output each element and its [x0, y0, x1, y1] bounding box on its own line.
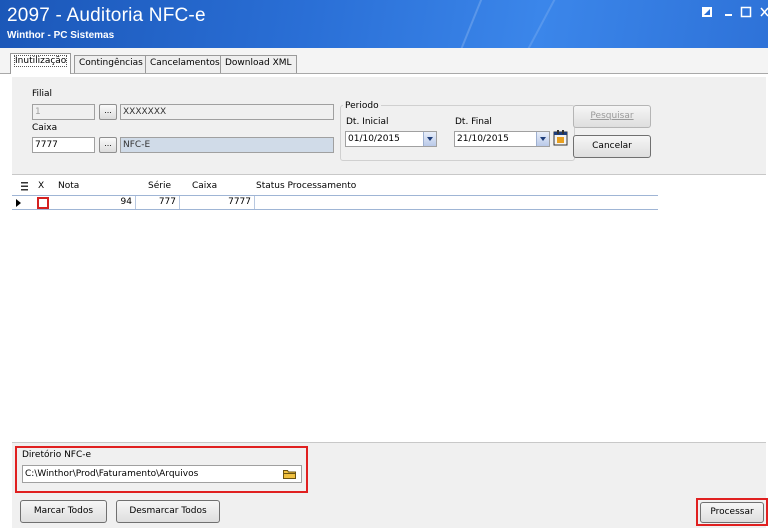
- filial-lookup-button[interactable]: ...: [99, 104, 117, 120]
- caixa-label: Caixa: [32, 123, 58, 133]
- tab-cancelamentos[interactable]: Cancelamentos: [145, 55, 225, 73]
- results-grid: X Nota Série Caixa Status Processamento …: [12, 174, 766, 442]
- window-subtitle: Winthor - PC Sistemas: [7, 30, 115, 41]
- filter-panel: Filial 1 ... XXXXXXX Caixa 7777 ... NFC-…: [12, 77, 766, 174]
- desmarcar-todos-button[interactable]: Desmarcar Todos: [116, 500, 220, 523]
- cell-status: [255, 196, 658, 209]
- directory-label: Diretório NFC-e: [22, 450, 92, 460]
- chevron-down-icon[interactable]: [423, 132, 436, 146]
- caixa-name-display: NFC-E: [120, 137, 334, 153]
- processar-button[interactable]: Processar: [700, 502, 764, 523]
- periodo-group: Periodo Dt. Inicial 01/10/2015 Dt. Final…: [340, 101, 575, 161]
- title-bar: 2097 - Auditoria NFC-e Winthor - PC Sist…: [0, 0, 768, 48]
- column-header-caixa[interactable]: Caixa: [192, 181, 217, 191]
- column-header-serie[interactable]: Série: [148, 181, 171, 191]
- chevron-down-icon[interactable]: [536, 132, 549, 146]
- minimize-icon[interactable]: [724, 6, 736, 18]
- maximize-icon[interactable]: [740, 6, 752, 18]
- filial-name-display: XXXXXXX: [120, 104, 334, 120]
- caixa-lookup-button[interactable]: ...: [99, 137, 117, 153]
- directory-section: Diretório NFC-e C:\Winthor\Prod\Faturame…: [12, 442, 768, 528]
- tab-contingencias[interactable]: Contingências: [74, 55, 148, 73]
- tab-download-xml[interactable]: Download XML: [220, 55, 297, 73]
- tab-bar: Inutilização Contingências Cancelamentos…: [0, 48, 768, 74]
- row-pointer-icon: [16, 199, 21, 207]
- restore-icon[interactable]: [701, 6, 713, 18]
- cell-serie: 777: [136, 196, 180, 209]
- window-title: 2097 - Auditoria NFC-e: [7, 5, 206, 26]
- filial-label: Filial: [32, 89, 53, 99]
- dt-final-input[interactable]: 21/10/2015: [454, 131, 550, 147]
- grid-header: X Nota Série Caixa Status Processamento: [12, 180, 658, 194]
- calendar-icon[interactable]: [553, 130, 568, 146]
- row-select-checkbox[interactable]: [37, 197, 49, 209]
- cell-caixa: 7777: [180, 196, 255, 209]
- cancelar-button[interactable]: Cancelar: [573, 135, 651, 158]
- close-icon[interactable]: [760, 6, 768, 18]
- cell-nota: 94: [56, 196, 136, 209]
- caixa-code-input[interactable]: 7777: [32, 137, 95, 153]
- tab-inutilizacao[interactable]: Inutilização: [10, 53, 72, 74]
- column-header-nota[interactable]: Nota: [58, 181, 79, 191]
- dt-inicial-label: Dt. Inicial: [346, 117, 389, 127]
- filial-code-input[interactable]: 1: [32, 104, 95, 120]
- pesquisar-button[interactable]: Pesquisar: [573, 105, 651, 128]
- folder-icon[interactable]: [283, 469, 296, 479]
- directory-input[interactable]: C:\Winthor\Prod\Faturamento\Arquivos: [22, 465, 302, 483]
- dt-inicial-input[interactable]: 01/10/2015: [345, 131, 437, 147]
- dt-final-label: Dt. Final: [455, 117, 492, 127]
- column-header-status[interactable]: Status Processamento: [256, 181, 356, 191]
- column-chooser-icon[interactable]: [21, 182, 28, 191]
- column-header-x[interactable]: X: [38, 181, 44, 191]
- periodo-label: Periodo: [343, 101, 381, 111]
- directory-highlight: Diretório NFC-e C:\Winthor\Prod\Faturame…: [15, 446, 308, 493]
- table-row[interactable]: 94 777 7777: [12, 195, 658, 210]
- marcar-todos-button[interactable]: Marcar Todos: [20, 500, 107, 523]
